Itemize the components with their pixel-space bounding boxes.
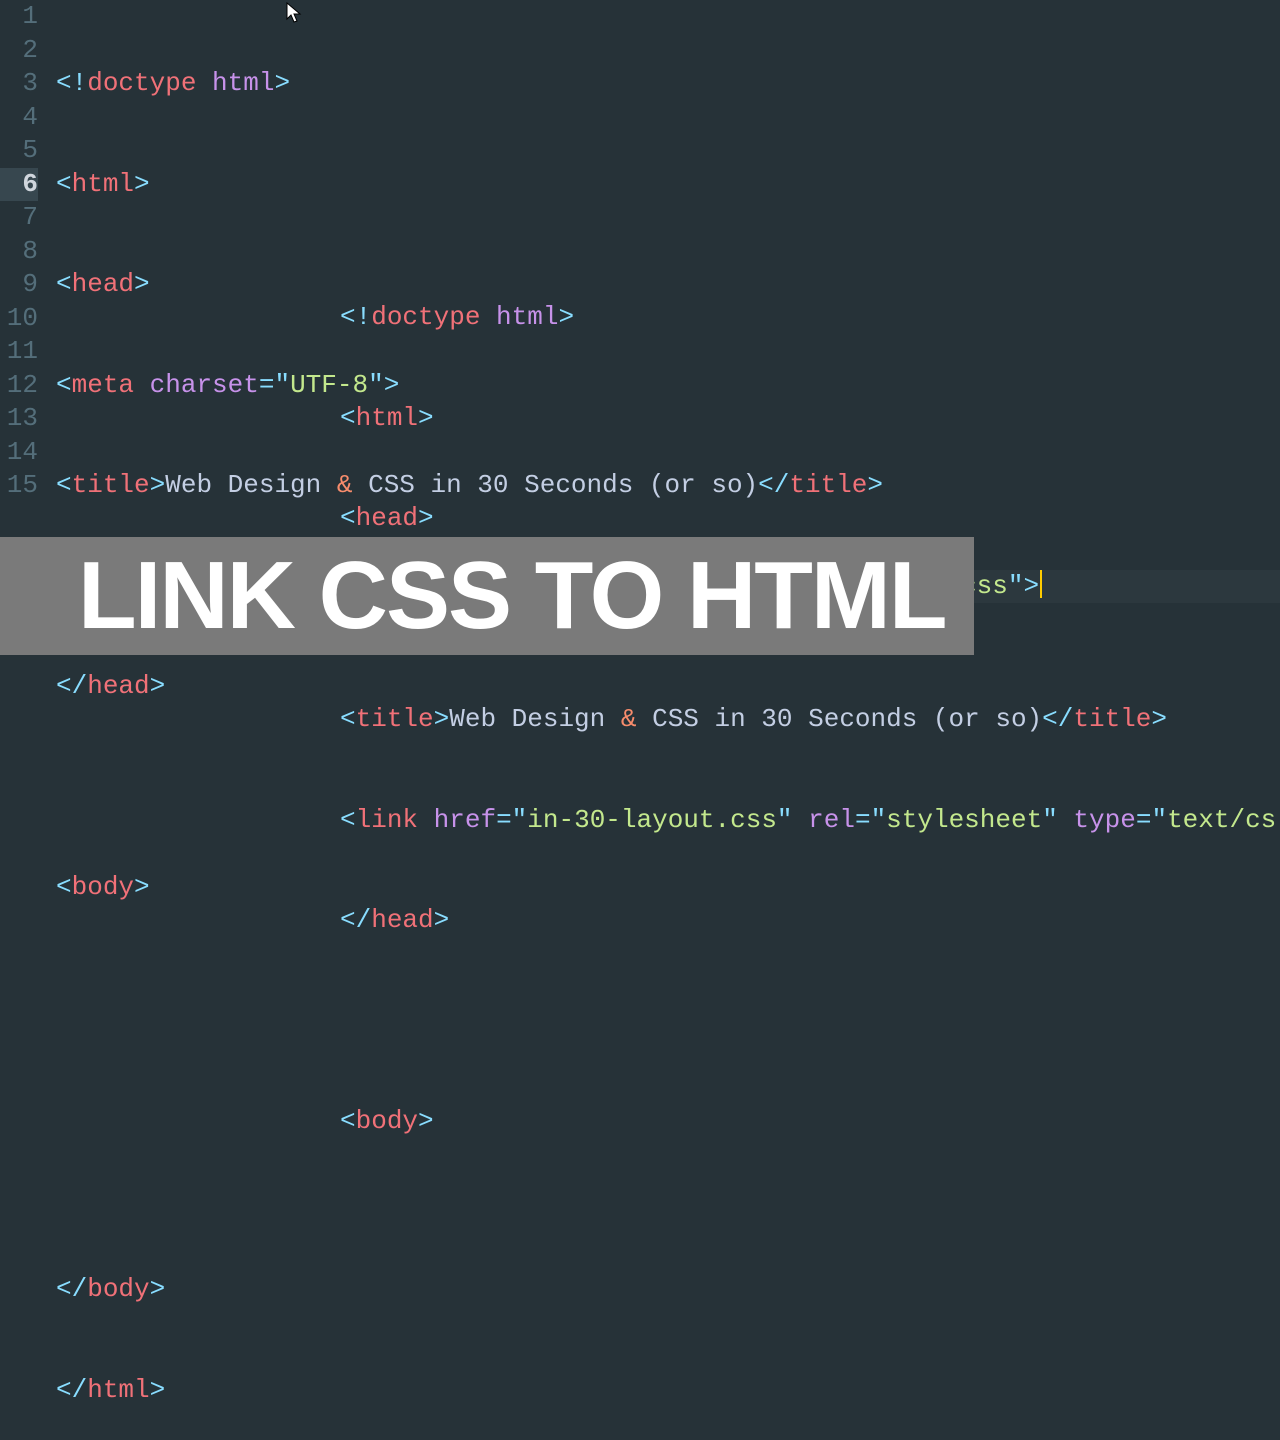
line-number: 13 <box>0 402 38 436</box>
title-banner: LINK CSS TO HTML <box>0 537 974 655</box>
line-number: 1 <box>0 0 38 34</box>
banner-text: LINK CSS TO HTML <box>78 579 946 613</box>
code-line: <body> <box>340 1105 1276 1139</box>
code-line <box>340 1005 1276 1039</box>
code-line: <!doctype html> <box>340 301 1276 335</box>
code-line: </head> <box>340 904 1276 938</box>
line-number: 7 <box>0 201 38 235</box>
line-number-active: 6 <box>0 168 38 202</box>
line-number: 12 <box>0 369 38 403</box>
code-line[interactable]: <html> <box>56 168 1280 202</box>
line-number: 9 <box>0 268 38 302</box>
code-line: <head> <box>340 502 1276 536</box>
code-line <box>340 1206 1276 1240</box>
line-number: 4 <box>0 101 38 135</box>
code-line[interactable]: <!doctype html> <box>56 67 1280 101</box>
line-number: 10 <box>0 302 38 336</box>
line-number: 5 <box>0 134 38 168</box>
line-number: 2 <box>0 34 38 68</box>
code-line <box>340 1407 1276 1440</box>
line-number: 14 <box>0 436 38 470</box>
code-line <box>340 1306 1276 1340</box>
line-number: 15 <box>0 469 38 503</box>
code-line: <link href="in-30-layout.css" rel="style… <box>340 804 1276 838</box>
line-number: 3 <box>0 67 38 101</box>
code-line: <html> <box>340 402 1276 436</box>
line-number: 11 <box>0 335 38 369</box>
code-overlay-secondary: <!doctype html> <html> <head> <meta char… <box>340 234 1276 1440</box>
line-number: 8 <box>0 235 38 269</box>
